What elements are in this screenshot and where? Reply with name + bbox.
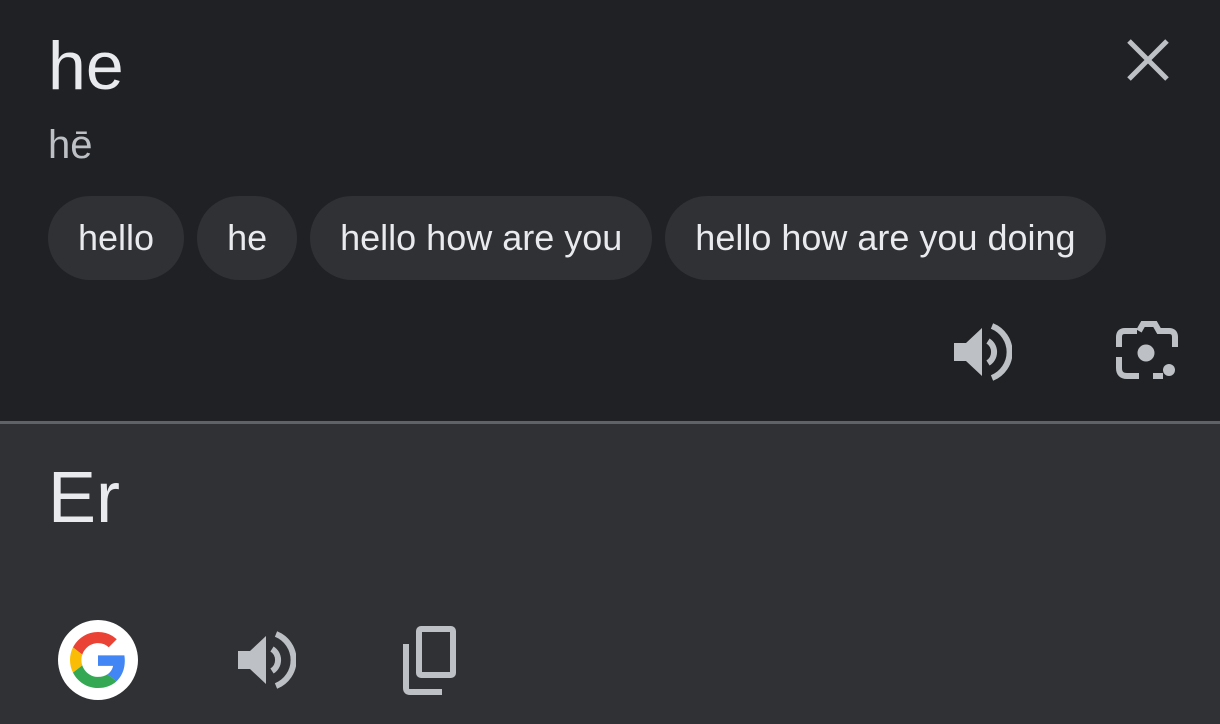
source-text[interactable]: he — [48, 24, 124, 108]
google-logo-icon — [70, 632, 125, 688]
source-panel: he hē hello he hello how are you hello h… — [0, 0, 1220, 421]
lens-camera-icon — [1116, 321, 1178, 379]
suggestion-chip[interactable]: hello how are you doing — [665, 196, 1106, 280]
translation-text: Er — [48, 458, 120, 538]
camera-translate-button[interactable] — [1107, 312, 1187, 392]
speaker-icon — [954, 323, 1012, 381]
translation-listen-button[interactable] — [224, 620, 304, 700]
speaker-icon — [238, 631, 296, 689]
source-romanization: hē — [48, 123, 93, 167]
close-icon — [1127, 39, 1169, 81]
suggestion-chip[interactable]: he — [197, 196, 298, 280]
google-search-button[interactable] — [58, 620, 138, 700]
source-listen-button[interactable] — [940, 312, 1020, 392]
copy-icon — [403, 626, 456, 695]
target-panel: Er — [0, 424, 1220, 724]
suggestion-chip[interactable]: hello how are you — [310, 196, 653, 280]
copy-translation-button[interactable] — [390, 620, 470, 700]
close-button[interactable] — [1116, 28, 1180, 92]
suggestion-chips: hello he hello how are you hello how are… — [48, 196, 1106, 280]
suggestion-chip[interactable]: hello — [48, 196, 185, 280]
